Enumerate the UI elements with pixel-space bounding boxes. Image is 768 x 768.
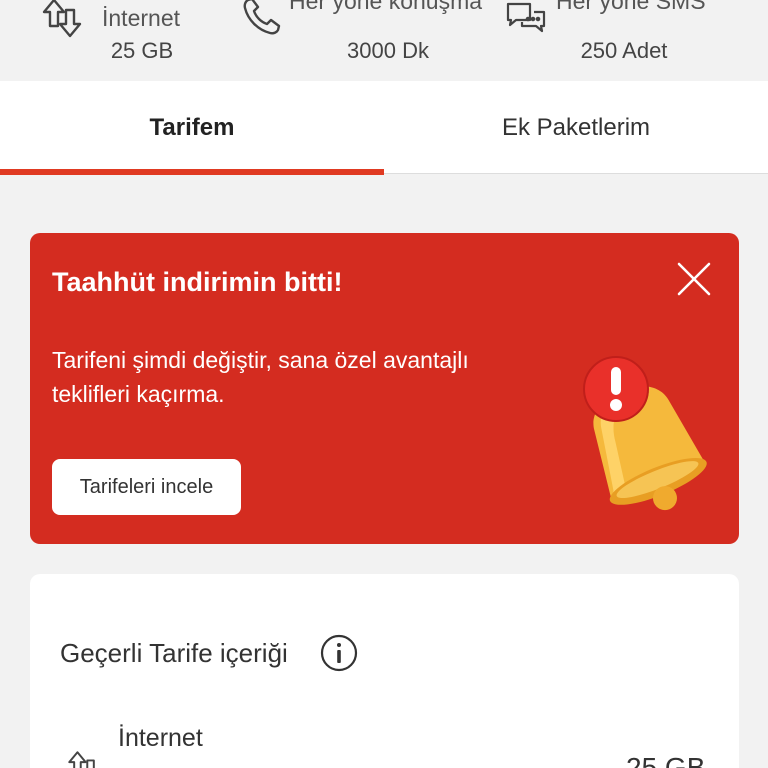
bell-alert-icon <box>583 356 707 511</box>
tab-bar: Tarifem Ek Paketlerim <box>0 81 768 175</box>
active-tab-indicator <box>0 169 384 175</box>
internet-label: İnternet <box>118 724 203 752</box>
summary-label: Her yöne SMS <box>556 0 706 14</box>
alert-message: Tarifeni şimdi değiştir, sana özel avant… <box>52 347 469 407</box>
current-plan-card: Geçerli Tarife içeriği İnternet 25 GB <box>30 574 739 768</box>
data-transfer-icon <box>68 751 95 768</box>
commitment-ended-alert: Taahhüt indirimin bitti! Tarifeni şimdi … <box>30 233 739 544</box>
usage-summary: İnternet 25 GB Her yöne konuşma 3000 Dk … <box>0 0 768 81</box>
tab-ek-paketlerim[interactable]: Ek Paketlerim <box>384 81 768 174</box>
info-icon[interactable] <box>320 634 358 672</box>
card-title: Geçerli Tarife içeriği <box>60 638 288 668</box>
internet-value: 25 GB <box>626 752 706 768</box>
close-icon[interactable] <box>674 259 714 299</box>
summary-label: Her yöne konuşma <box>289 0 483 14</box>
summary-label: İnternet <box>102 5 180 31</box>
tab-tarifem[interactable]: Tarifem <box>0 81 384 175</box>
summary-value: 3000 Dk <box>347 38 429 63</box>
view-tariffs-button[interactable]: Tarifeleri incele <box>52 459 241 515</box>
phone-icon <box>243 0 281 35</box>
summary-item-sms: Her yöne SMS 250 Adet <box>500 0 768 81</box>
summary-value: 25 GB <box>110 38 174 63</box>
summary-value: 250 Adet <box>580 38 668 63</box>
tab-label: Tarifem <box>149 113 235 141</box>
chat-bubbles-icon <box>506 2 546 33</box>
tab-label: Ek Paketlerim <box>501 113 651 141</box>
data-transfer-icon <box>42 0 82 38</box>
summary-item-voice: Her yöne konuşma 3000 Dk <box>232 0 502 81</box>
summary-item-internet: İnternet 25 GB <box>0 0 256 81</box>
alert-title: Taahhüt indirimin bitti! <box>52 267 343 297</box>
